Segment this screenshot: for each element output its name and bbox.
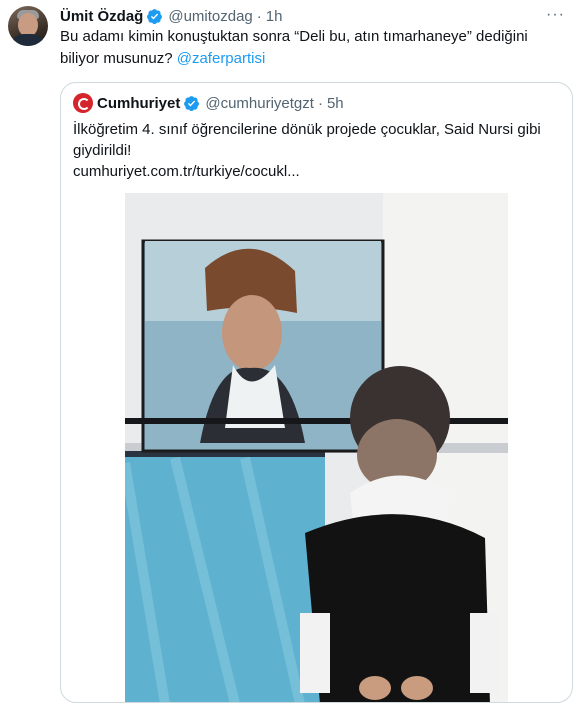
more-icon[interactable]: ··· xyxy=(546,6,565,24)
tweet-photo[interactable] xyxy=(125,193,508,702)
author-name[interactable]: Ümit Özdağ xyxy=(60,8,143,25)
tweet-text: Bu adamı kimin konuştuktan sonra “Deli b… xyxy=(60,26,560,70)
avatar[interactable] xyxy=(8,6,48,46)
quoted-header: Cumhuriyet @cumhuriyetgzt · 5h xyxy=(73,93,344,113)
cumhuriyet-logo-icon xyxy=(73,93,93,113)
photo-image xyxy=(125,193,508,702)
separator-dot: · xyxy=(256,7,262,25)
quoted-text: İlköğretim 4. sınıf öğrencilerine dönük … xyxy=(73,119,563,182)
mention-link[interactable]: @zaferpartisi xyxy=(177,50,266,67)
tweet[interactable]: Ümit Özdağ @umitozdag · 1h ··· Bu adamı … xyxy=(0,0,575,709)
quoted-tweet[interactable]: Cumhuriyet @cumhuriyetgzt · 5h İlköğreti… xyxy=(60,82,573,703)
quoted-author-name: Cumhuriyet xyxy=(97,94,181,112)
quoted-url: cumhuriyet.com.tr/turkiye/cocukl... xyxy=(73,163,300,180)
quoted-body: İlköğretim 4. sınıf öğrencilerine dönük … xyxy=(73,121,541,159)
author-handle[interactable]: @umitozdag xyxy=(168,8,252,25)
tweet-time[interactable]: 1h xyxy=(266,8,283,25)
verified-icon xyxy=(147,8,163,24)
tweet-body: Bu adamı kimin konuştuktan sonra “Deli b… xyxy=(60,28,528,67)
tweet-header: Ümit Özdağ @umitozdag · 1h xyxy=(60,6,282,26)
quoted-time: 5h xyxy=(326,94,344,112)
verified-icon xyxy=(184,95,200,111)
quoted-author-handle: @cumhuriyetgzt xyxy=(205,94,314,112)
separator-dot: · xyxy=(317,94,323,112)
